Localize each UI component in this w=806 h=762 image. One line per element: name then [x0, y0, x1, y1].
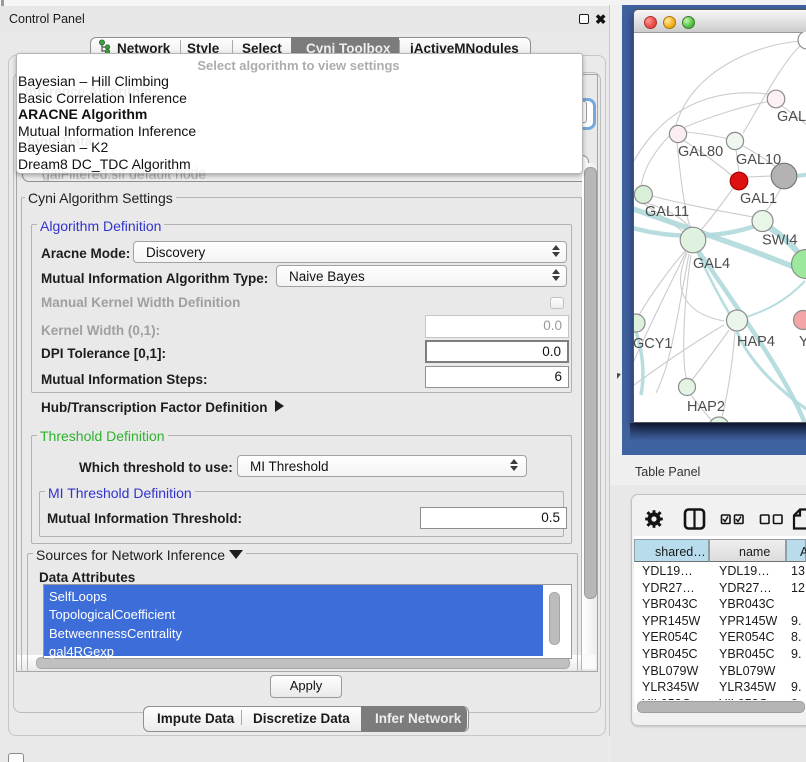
svg-text:GAL1: GAL1 [740, 191, 777, 207]
svg-text:GAL80: GAL80 [678, 144, 723, 160]
svg-text:GAL10: GAL10 [736, 152, 781, 168]
svg-text:GAL11: GAL11 [645, 204, 689, 220]
svg-text:SWI4: SWI4 [762, 233, 797, 249]
svg-text:HAP2: HAP2 [687, 399, 725, 415]
svg-text:GAL4: GAL4 [693, 256, 730, 272]
svg-text:GAL2: GAL2 [777, 109, 806, 125]
svg-text:GCY1: GCY1 [634, 336, 673, 352]
svg-text:Y: Y [799, 334, 806, 350]
svg-text:HAP4: HAP4 [737, 334, 775, 350]
